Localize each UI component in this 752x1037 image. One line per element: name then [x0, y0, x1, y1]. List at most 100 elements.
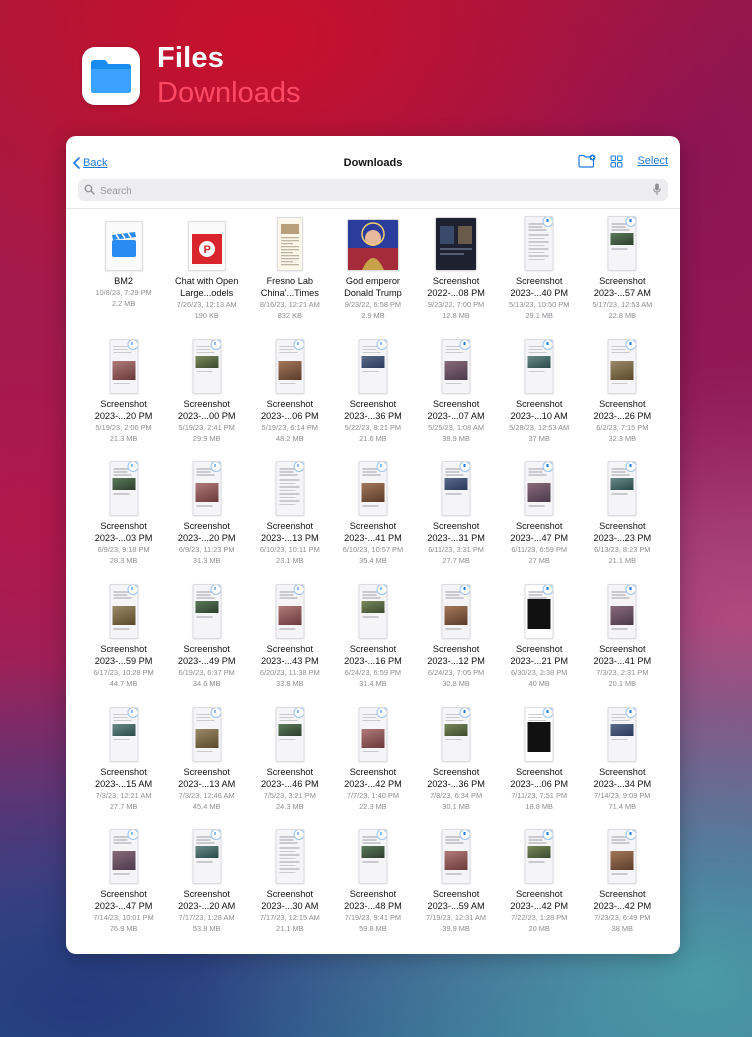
file-item[interactable]: Screenshot 2023-...47 PM 6/11/23, 6:59 PM 2… — [498, 461, 581, 584]
file-thumbnail[interactable]: P — [165, 216, 248, 271]
search-bar[interactable] — [78, 179, 668, 201]
file-thumbnail[interactable] — [82, 706, 165, 762]
file-thumbnail[interactable] — [331, 706, 414, 762]
file-item[interactable]: Screenshot 2023-...34 PM 7/14/23, 9:09 PM 7… — [581, 706, 664, 830]
file-item[interactable]: Screenshot 2023-...07 AM 5/25/23, 1:08 AM 3… — [415, 338, 498, 462]
file-item[interactable]: P Chat with Open Large...odels 7/26/23, 12:… — [165, 216, 248, 339]
file-item[interactable]: Screenshot 2023-...23 PM 6/13/23, 8:23 PM 2… — [581, 461, 664, 584]
file-item[interactable]: Screenshot 2023-...12 PM 6/24/23, 7:05 PM 3… — [415, 584, 498, 707]
search-input[interactable] — [98, 181, 642, 201]
file-thumbnail[interactable] — [82, 338, 165, 394]
file-thumbnail[interactable] — [581, 829, 664, 885]
file-thumbnail[interactable] — [498, 216, 581, 271]
file-item[interactable]: Screenshot 2023-...42 PM 7/7/23, 1:40 PM 22… — [331, 706, 414, 830]
file-thumbnail[interactable] — [415, 584, 498, 640]
file-thumbnail[interactable] — [165, 584, 248, 640]
file-thumbnail[interactable] — [82, 829, 165, 885]
file-item[interactable]: Fresno Lab China'...Times 8/16/23, 12:21 A… — [248, 216, 331, 339]
file-item[interactable]: Screenshot 2023-...36 PM 5/22/23, 8:21 PM 2… — [331, 338, 414, 462]
file-item[interactable]: Screenshot 2023-...48 PM 7/19/23, 9:41 PM 5… — [331, 829, 414, 952]
grid-icon — [610, 154, 623, 168]
file-thumbnail[interactable] — [331, 216, 414, 271]
file-thumbnail[interactable] — [498, 461, 581, 517]
file-item[interactable]: Screenshot 2023-...57 AM 5/17/23, 12:53 AM… — [581, 216, 664, 339]
file-name-line2: 2023-...41 PM — [593, 656, 652, 667]
file-item[interactable]: Screenshot 2023-...00 PM 5/19/23, 2:41 PM 2… — [165, 338, 248, 462]
file-item[interactable]: Screenshot 2023-...13 AM 7/3/23, 12:46 AM 4… — [165, 706, 248, 830]
file-item[interactable]: Screenshot 2023-...43 PM 6/20/23, 11:38 PM… — [248, 584, 331, 707]
file-date: 8/16/23, 12:21 AM — [259, 300, 320, 309]
file-item[interactable]: Screenshot 2023-...06 PM 7/11/23, 7:51 PM 1… — [498, 706, 581, 830]
file-size: 76.9 MB — [109, 924, 138, 934]
file-thumbnail[interactable] — [165, 706, 248, 762]
file-name-line2: 2023-...34 PM — [593, 778, 652, 789]
file-thumbnail[interactable] — [248, 829, 331, 885]
file-item[interactable]: Screenshot 2023-...59 AM 7/19/23, 12:31 AM… — [415, 829, 498, 952]
file-thumbnail[interactable] — [415, 216, 498, 271]
file-item[interactable]: Screenshot 2023-...31 PM 6/11/23, 3:31 PM 2… — [415, 461, 498, 584]
file-thumbnail[interactable] — [331, 829, 414, 885]
file-thumbnail[interactable] — [165, 461, 248, 517]
file-item[interactable]: Screenshot 2023-...15 AM 7/3/23, 12:21 AM 2… — [82, 706, 165, 830]
file-item[interactable]: Screenshot 2023-...21 PM 6/30/23, 2:38 PM 4… — [498, 584, 581, 707]
select-button[interactable]: Select — [637, 155, 668, 167]
file-thumbnail[interactable] — [581, 706, 664, 762]
file-item[interactable]: Screenshot 2023-...20 PM 6/9/23, 11:23 PM 3… — [165, 461, 248, 584]
file-thumbnail[interactable] — [498, 706, 581, 762]
file-thumbnail[interactable] — [415, 461, 498, 517]
file-thumbnail[interactable] — [581, 584, 664, 640]
file-item[interactable]: Screenshot 2023-...30 AM 7/17/23, 12:15 AM… — [248, 829, 331, 952]
file-thumbnail[interactable] — [248, 216, 331, 271]
file-item[interactable]: Screenshot 2023-...49 PM 6/19/23, 6:37 PM 3… — [165, 584, 248, 707]
file-item[interactable]: Screenshot 2023-...16 PM 6/24/23, 6:59 PM 3… — [331, 584, 414, 707]
file-item[interactable]: Screenshot 2023-...41 PM 6/10/23, 10:57 PM… — [331, 461, 414, 584]
file-thumbnail[interactable] — [498, 829, 581, 885]
file-name-line2: 2023-...59 PM — [94, 656, 153, 667]
file-thumbnail[interactable] — [331, 461, 414, 517]
file-item[interactable]: Screenshot 2023-...42 PM 7/22/23, 1:28 PM 2… — [498, 829, 581, 952]
file-item[interactable]: Screenshot 2022-...08 PM 9/23/22, 7:00 PM 1… — [415, 216, 498, 339]
file-thumbnail[interactable] — [415, 706, 498, 762]
file-thumbnail[interactable] — [415, 829, 498, 885]
grid-view-button[interactable] — [610, 154, 623, 168]
file-item[interactable]: BM2 10/8/23, 7:29 PM 2.2 MB — [82, 216, 165, 339]
file-date: 7/5/23, 3:21 PM — [263, 790, 316, 800]
file-item[interactable]: Screenshot 2023-...20 AM 7/17/23, 1:28 AM 5… — [165, 829, 248, 952]
file-thumbnail[interactable] — [248, 461, 331, 517]
file-size: 2.9 MB — [361, 311, 385, 320]
file-thumbnail[interactable] — [248, 706, 331, 762]
file-thumbnail[interactable] — [248, 338, 331, 394]
microphone-icon[interactable] — [653, 183, 661, 196]
file-item[interactable]: Screenshot 2023-...41 PM 7/3/23, 2:31 PM 20… — [581, 584, 664, 707]
file-item[interactable]: Screenshot 2023-...26 PM 6/2/23, 7:15 PM 32… — [581, 338, 664, 462]
file-item[interactable]: Screenshot 2023-...03 PM 6/9/23, 9:18 PM 28… — [82, 461, 165, 584]
file-thumbnail[interactable] — [498, 584, 581, 640]
file-thumbnail[interactable] — [498, 338, 581, 394]
file-thumbnail[interactable] — [331, 584, 414, 640]
file-item[interactable]: Screenshot 2023-...36 PM 7/8/23, 6:34 PM 30… — [415, 706, 498, 830]
file-thumbnail[interactable] — [82, 584, 165, 640]
file-item[interactable]: Screenshot 2023-...42 PM 7/23/23, 6:49 PM 3… — [581, 829, 664, 952]
file-thumbnail[interactable] — [82, 216, 165, 271]
file-thumbnail[interactable] — [165, 829, 248, 885]
file-name: Screenshot — [349, 889, 397, 900]
file-size: 34.6 MB — [192, 679, 221, 689]
file-item[interactable]: Screenshot 2023-...10 AM 5/28/23, 12:53 AM… — [498, 338, 581, 462]
file-thumbnail[interactable] — [581, 461, 664, 517]
file-thumbnail[interactable] — [581, 216, 664, 271]
file-item[interactable]: Screenshot 2023-...46 PM 7/5/23, 3:21 PM 24… — [248, 706, 331, 830]
file-item[interactable]: Screenshot 2023-...40 PM 5/13/23, 10:50 PM… — [498, 216, 581, 339]
file-thumbnail[interactable] — [165, 338, 248, 394]
file-thumbnail[interactable] — [248, 584, 331, 640]
new-folder-button[interactable] — [578, 154, 596, 168]
file-item[interactable]: Screenshot 2023-...59 PM 6/17/23, 10:28 PM… — [82, 584, 165, 707]
file-item[interactable]: God emperor Donald Trump 9/23/22, 6:58 PM 2… — [331, 216, 414, 339]
file-item[interactable]: Screenshot 2023-...20 PM 5/19/23, 2:06 PM 2… — [82, 338, 165, 462]
file-item[interactable]: Screenshot 2023-...13 PM 6/10/23, 10:11 PM… — [248, 461, 331, 584]
file-thumbnail[interactable] — [581, 338, 664, 394]
file-thumbnail[interactable] — [82, 461, 165, 517]
file-thumbnail[interactable] — [415, 338, 498, 394]
file-item[interactable]: Screenshot 2023-...47 PM 7/14/23, 10:01 PM… — [82, 829, 165, 952]
file-item[interactable]: Screenshot 2023-...06 PM 5/19/23, 6:14 PM 4… — [248, 338, 331, 462]
file-thumbnail[interactable] — [331, 338, 414, 394]
